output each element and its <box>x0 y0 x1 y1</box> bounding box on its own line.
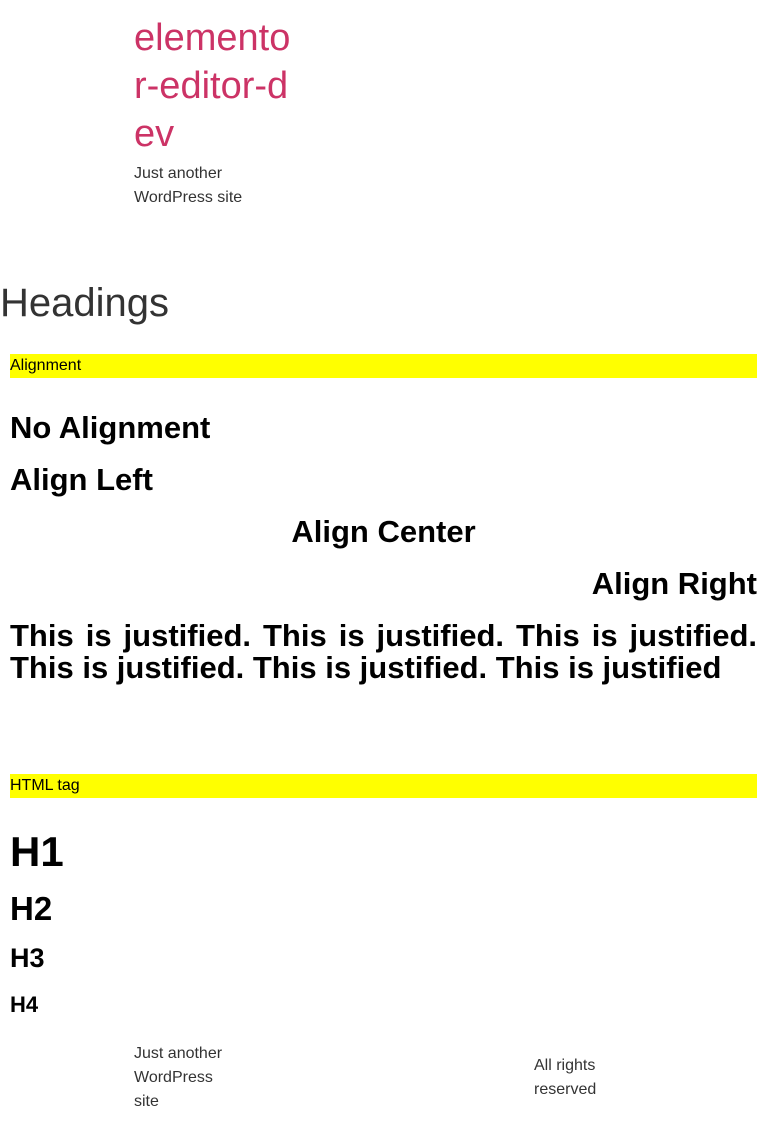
site-tagline: Just another WordPress site <box>134 165 243 206</box>
heading-justified: This is justified. This is justified. Th… <box>10 618 757 685</box>
html-tag-section-label: HTML tag <box>10 774 757 798</box>
footer-copyright: All rights reserved <box>534 1057 597 1098</box>
heading-no-alignment: No Alignment <box>10 410 211 445</box>
site-title-link[interactable]: elementor-editor-dev <box>134 14 294 158</box>
site-header: elementor-editor-dev Just another WordPr… <box>134 14 294 210</box>
heading-align-right: Align Right <box>591 566 757 601</box>
heading-align-center: Align Center <box>291 514 476 549</box>
alignment-section-label: Alignment <box>10 354 757 378</box>
page-title: Headings <box>0 281 170 325</box>
heading-h4: H4 <box>10 992 39 1017</box>
heading-h2: H2 <box>10 890 53 927</box>
footer-tagline: Just another WordPress site <box>134 1045 223 1110</box>
heading-align-left: Align Left <box>10 462 153 497</box>
heading-h1: H1 <box>10 828 64 875</box>
heading-h3: H3 <box>10 943 45 973</box>
